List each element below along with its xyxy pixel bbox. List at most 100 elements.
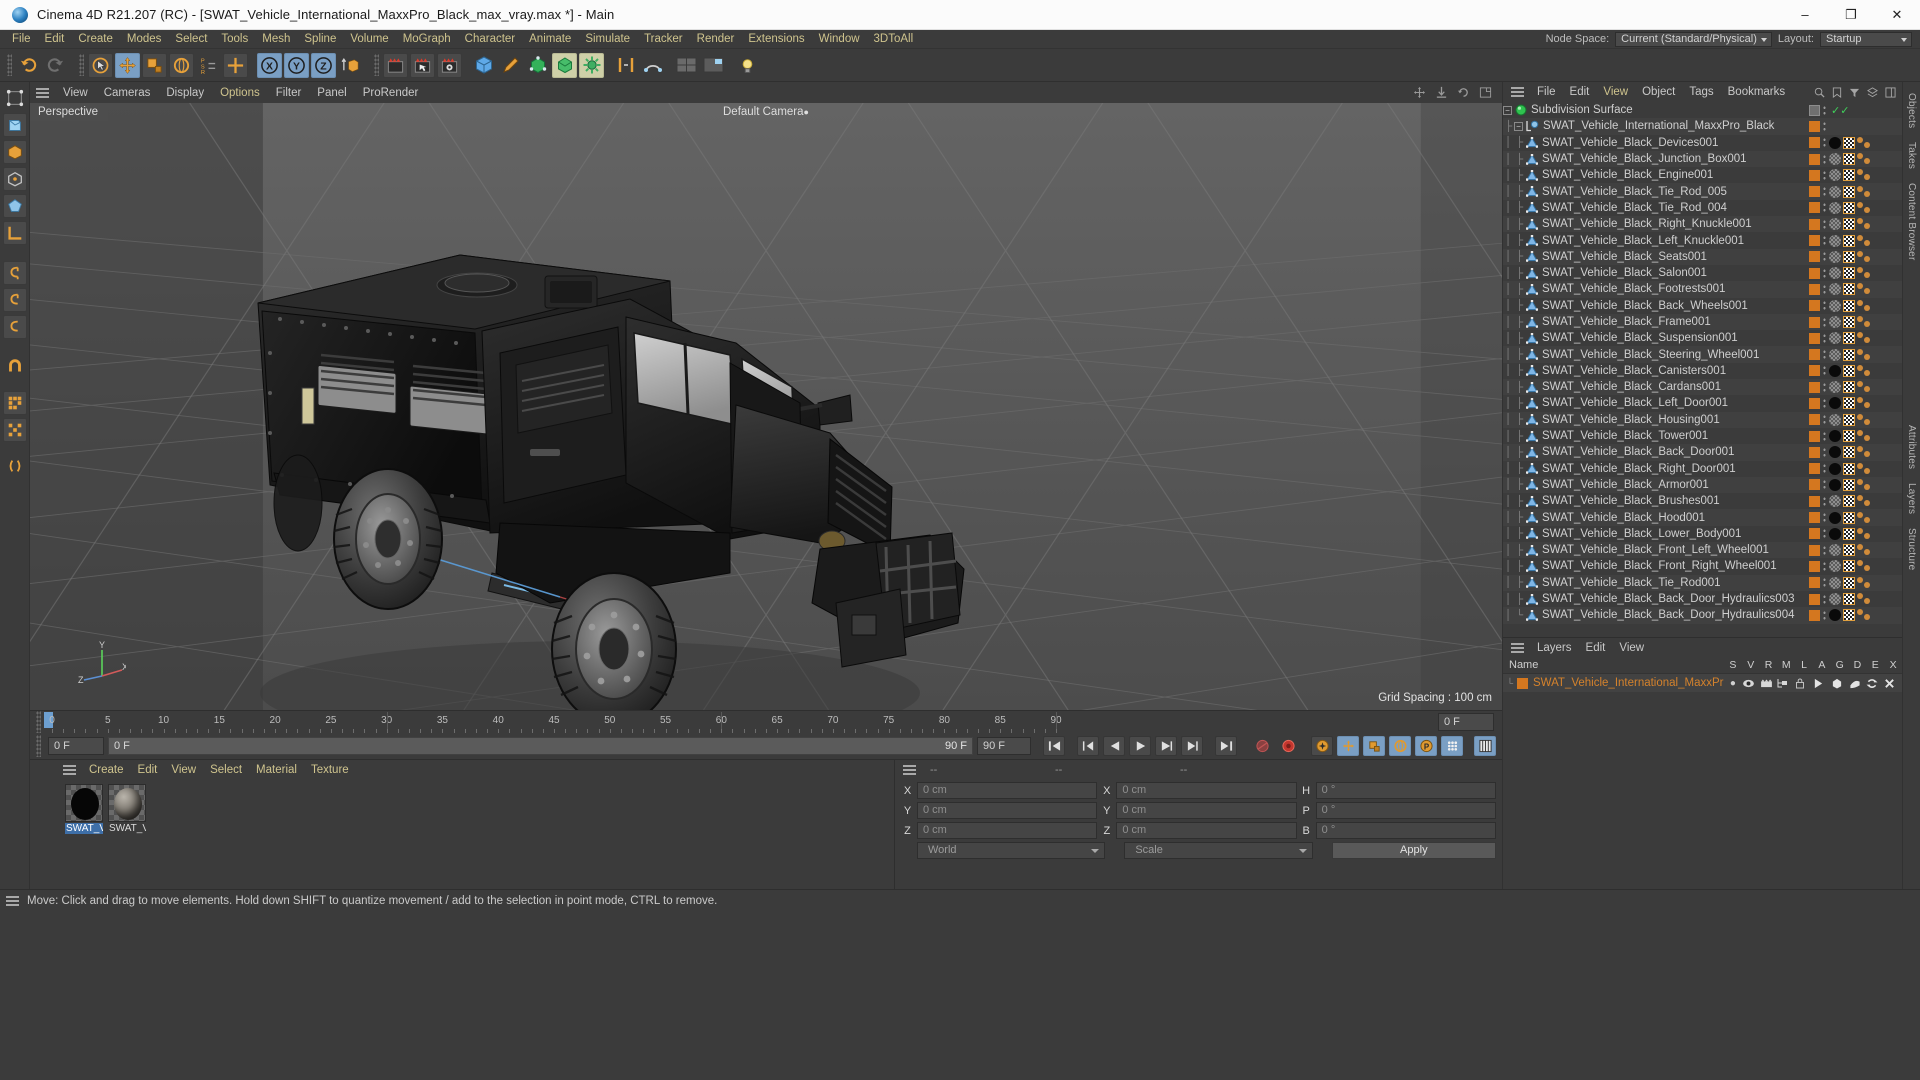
coord-field-size-z[interactable]: 0 cm: [1116, 822, 1297, 839]
workplane-icon[interactable]: [2, 315, 27, 339]
timeline-grip[interactable]: [36, 711, 41, 733]
viewport-view-name[interactable]: Perspective: [30, 103, 109, 121]
selection-tag-icon[interactable]: [1857, 364, 1873, 377]
object-visibility-dots[interactable]: [1822, 609, 1827, 621]
layout-grid-icon[interactable]: [674, 53, 699, 78]
viewport-rotate-icon[interactable]: [1457, 86, 1470, 99]
object-filter-icon[interactable]: [1849, 87, 1860, 98]
selection-tag-icon[interactable]: [1857, 136, 1873, 149]
side-tab-structure[interactable]: Structure: [1905, 521, 1918, 577]
object-layer-chip[interactable]: [1809, 120, 1820, 132]
material-tag-icon[interactable]: [1829, 413, 1841, 426]
uvw-tag-icon[interactable]: [1843, 495, 1855, 508]
object-row[interactable]: │ ├ SWAT_Vehicle_Black_Housing001: [1503, 411, 1902, 428]
uvw-tag-icon[interactable]: [1843, 332, 1855, 345]
object-row[interactable]: │ ├ SWAT_Vehicle_Black_Right_Door001: [1503, 461, 1902, 477]
selection-tag-icon[interactable]: [1857, 544, 1873, 556]
next-frame-button[interactable]: [1155, 736, 1177, 756]
layer-manager-body[interactable]: [1503, 692, 1902, 889]
viewport-menu-hamburger-icon[interactable]: [36, 87, 49, 98]
object-visibility-dots[interactable]: [1822, 365, 1827, 377]
light-bulb-icon[interactable]: [735, 53, 760, 78]
keyframe-rotation-icon[interactable]: [1363, 736, 1385, 756]
snap-toggle-icon[interactable]: [2, 261, 27, 285]
side-tab-layers[interactable]: Layers: [1905, 476, 1918, 521]
uvw-tag-icon[interactable]: [1843, 169, 1855, 182]
timeline-ruler[interactable]: 051015202530354045505560657075808590: [44, 711, 1358, 733]
viewport-menu-filter[interactable]: Filter: [268, 87, 310, 99]
object-row[interactable]: │ ├ SWAT_Vehicle_Black_Brushes001: [1503, 493, 1902, 509]
object-panel-icon[interactable]: [1885, 86, 1896, 98]
selection-tag-icon[interactable]: [1857, 185, 1873, 198]
material-tag-icon[interactable]: [1829, 218, 1841, 231]
object-layer-chip[interactable]: [1809, 349, 1820, 361]
object-world-coord-icon[interactable]: [338, 53, 363, 78]
menu-item-character[interactable]: Character: [458, 30, 523, 49]
selection-tag-icon[interactable]: [1857, 593, 1873, 605]
selection-tag-icon[interactable]: [1857, 153, 1873, 165]
object-layer-chip[interactable]: [1809, 544, 1820, 556]
viewport-menu-options[interactable]: Options: [212, 87, 268, 99]
layer-menu-layers[interactable]: Layers: [1530, 642, 1579, 654]
layer-toggle-generators-icon[interactable]: [1831, 678, 1849, 689]
object-layer-icon[interactable]: [1867, 86, 1878, 98]
uvw-tag-icon[interactable]: [1843, 218, 1855, 231]
array-icon[interactable]: [613, 53, 638, 78]
psr-icon[interactable]: PSR: [196, 53, 221, 78]
menu-item-window[interactable]: Window: [812, 30, 867, 49]
material-menu-view[interactable]: View: [164, 764, 203, 776]
selection-tag-icon[interactable]: [1857, 201, 1873, 214]
object-row[interactable]: │ ├ SWAT_Vehicle_Black_Left_Knuckle001: [1503, 232, 1902, 248]
material-tag-icon[interactable]: [1829, 234, 1841, 247]
uvw-tag-icon[interactable]: [1843, 576, 1855, 589]
bracket-icon[interactable]: [3, 454, 27, 478]
maximize-button[interactable]: ❐: [1828, 0, 1874, 29]
uvw-tag-icon[interactable]: [1843, 185, 1855, 198]
object-visibility-dots[interactable]: [1822, 479, 1827, 491]
keyframe-scale-icon[interactable]: [1337, 736, 1359, 756]
object-row[interactable]: │ ├ SWAT_Vehicle_Black_Lower_Body001: [1503, 526, 1902, 542]
x-axis-lock-icon[interactable]: X: [257, 52, 282, 78]
selection-tag-icon[interactable]: [1857, 576, 1873, 589]
object-visibility-dots[interactable]: [1822, 446, 1827, 458]
material-tag-icon[interactable]: [1829, 299, 1841, 312]
coord-mode-select[interactable]: Scale: [1124, 842, 1313, 859]
snap-settings-icon[interactable]: [2, 288, 27, 312]
object-row[interactable]: │ └ SWAT_Vehicle_Black_Back_Door_Hydraulic…: [1503, 607, 1902, 624]
play-button[interactable]: [1129, 736, 1151, 756]
object-visibility-dots[interactable]: [1822, 463, 1827, 475]
side-tab-attributes[interactable]: Attributes: [1905, 418, 1918, 476]
layer-toggle-solo[interactable]: ●: [1724, 678, 1742, 689]
menu-item-animate[interactable]: Animate: [522, 30, 578, 49]
material-menu-select[interactable]: Select: [203, 764, 249, 776]
toolbar-grip[interactable]: [7, 54, 12, 76]
coord-field-rot-p[interactable]: 0 °: [1315, 802, 1496, 819]
material-menu-edit[interactable]: Edit: [131, 764, 165, 776]
selection-tag-icon[interactable]: [1857, 609, 1873, 621]
coord-field-pos-z[interactable]: 0 cm: [917, 822, 1098, 839]
viewport-menu-panel[interactable]: Panel: [309, 87, 354, 99]
uvw-tag-icon[interactable]: [1843, 234, 1855, 247]
selection-tag-icon[interactable]: [1857, 381, 1873, 393]
spline-pen-icon[interactable]: [498, 53, 523, 78]
layer-menu-edit[interactable]: Edit: [1579, 642, 1613, 654]
coord-field-pos-x[interactable]: 0 cm: [917, 782, 1098, 799]
uvw-tag-icon[interactable]: [1843, 299, 1855, 312]
object-layer-chip[interactable]: [1809, 153, 1820, 165]
object-layer-chip[interactable]: [1809, 430, 1820, 442]
object-layer-chip[interactable]: [1809, 202, 1820, 214]
uvw-tag-icon[interactable]: [1843, 511, 1855, 524]
object-row[interactable]: ├ − SWAT_Vehicle_International_MaxxPro_Bla…: [1503, 118, 1902, 135]
expand-collapse-icon[interactable]: −: [1503, 105, 1512, 115]
object-visibility-dots[interactable]: [1822, 397, 1827, 409]
material-tag-icon[interactable]: [1829, 478, 1841, 491]
object-visibility-dots[interactable]: [1822, 120, 1827, 132]
object-visibility-dots[interactable]: [1822, 235, 1827, 247]
menu-item-volume[interactable]: Volume: [343, 30, 395, 49]
uvw-tag-icon[interactable]: [1843, 397, 1855, 410]
object-visibility-dots[interactable]: [1822, 544, 1827, 556]
object-layer-chip[interactable]: [1809, 267, 1820, 279]
material-tag-icon[interactable]: [1829, 316, 1841, 328]
material-tag-icon[interactable]: [1829, 201, 1841, 214]
menu-item-simulate[interactable]: Simulate: [578, 30, 637, 49]
